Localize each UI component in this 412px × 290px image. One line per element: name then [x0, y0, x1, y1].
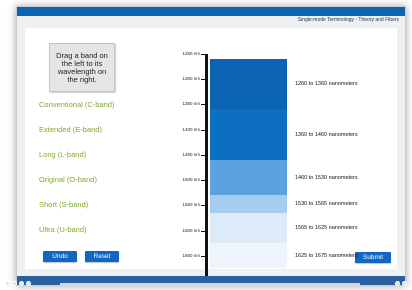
- band-item-original[interactable]: Original (O-band): [39, 175, 97, 184]
- axis-tick: [201, 104, 206, 106]
- wavelength-band-segment[interactable]: [210, 195, 287, 213]
- lesson-window: Single-mode Terminology › Theory and Fib…: [16, 6, 406, 286]
- axis-tick: [201, 205, 206, 207]
- close-icon[interactable]: [402, 281, 407, 286]
- previous-icon[interactable]: [5, 281, 10, 286]
- axis-tick: [201, 230, 206, 232]
- settings-icon[interactable]: [395, 281, 400, 286]
- axis-tick-label: 1300 nm: [182, 76, 200, 82]
- pause-icon[interactable]: [19, 281, 24, 286]
- axis-tick-label: 1250 nm: [182, 51, 200, 56]
- axis-tick: [201, 180, 206, 182]
- wavelength-band-segment[interactable]: [210, 109, 287, 160]
- breadcrumb: Single-mode Terminology › Theory and Fib…: [298, 17, 399, 23]
- axis-tick-label: 1500 nm: [182, 177, 200, 183]
- axis-tick-label: 1400 nm: [182, 126, 200, 132]
- drop-slot-label[interactable]: 1565 to 1625 nanometers: [295, 225, 358, 231]
- axis-tick-label: 1650 nm: [182, 252, 200, 258]
- drop-slot-label[interactable]: 1260 to 1360 nanometers: [295, 81, 358, 87]
- reset-button[interactable]: Reset: [85, 251, 119, 262]
- instruction-box: Drag a band on the left to its wavelengt…: [49, 43, 115, 92]
- course-title: Single-mode Terminology: [297, 17, 355, 23]
- axis-tick: [201, 255, 206, 257]
- band-item-ultra[interactable]: Ultra (U-band): [39, 225, 87, 234]
- drop-slot-label[interactable]: 1460 to 1530 nanometers: [295, 175, 358, 181]
- band-item-conventional[interactable]: Conventional (C-band): [39, 100, 114, 109]
- wavelength-band-segment[interactable]: [210, 159, 287, 196]
- axis-tick-label: 1600 nm: [182, 227, 200, 233]
- axis-tick: [201, 154, 206, 156]
- axis-tick: [201, 129, 206, 131]
- window-controls: [395, 281, 407, 286]
- wavelength-axis: [205, 54, 208, 281]
- next-icon[interactable]: [26, 281, 31, 286]
- progress-track[interactable]: [60, 283, 360, 286]
- wavelength-band-segment[interactable]: [210, 59, 287, 110]
- band-item-short[interactable]: Short (S-band): [39, 200, 88, 209]
- submit-button[interactable]: Submit: [355, 252, 391, 263]
- wavelength-band-segment[interactable]: [210, 212, 287, 244]
- playback-controls: [5, 281, 31, 286]
- axis-tick-label: 1550 nm: [182, 202, 200, 208]
- play-icon[interactable]: [12, 281, 17, 286]
- axis-tick: [201, 79, 206, 81]
- wavelength-band-segment[interactable]: [210, 243, 287, 269]
- undo-button[interactable]: Undo: [43, 251, 77, 262]
- top-bar: [17, 7, 405, 16]
- module-title: Theory and Fibers: [358, 17, 399, 23]
- activity-panel: Drag a band on the left to its wavelengt…: [25, 28, 397, 283]
- band-item-extended[interactable]: Extended (E-band): [39, 125, 102, 134]
- drop-slot-label[interactable]: 1625 to 1675 nanometers: [295, 253, 358, 259]
- band-item-long[interactable]: Long (L-band): [39, 150, 86, 159]
- drop-slot-label[interactable]: 1360 to 1460 nanometers: [295, 132, 358, 138]
- axis-tick: [201, 54, 206, 55]
- axis-tick-label: 1450 nm: [182, 151, 200, 157]
- axis-tick-label: 1350 nm: [182, 101, 200, 107]
- drop-slot-label[interactable]: 1530 to 1565 nanometers: [295, 201, 358, 207]
